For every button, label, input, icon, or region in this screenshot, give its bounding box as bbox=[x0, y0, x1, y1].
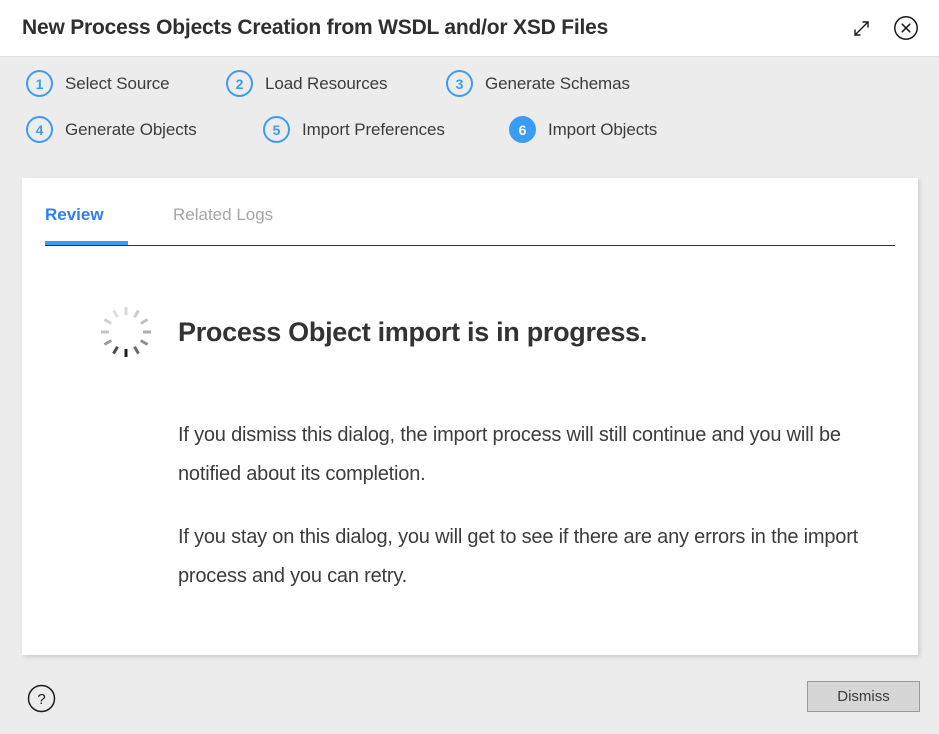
dismiss-button[interactable]: Dismiss bbox=[807, 681, 920, 712]
status-row: Process Object import is in progress. bbox=[100, 306, 647, 358]
wizard-step-load-resources[interactable]: 2 Load Resources bbox=[226, 70, 388, 97]
wizard-steps-row-2: 4 Generate Objects 5 Import Preferences … bbox=[0, 116, 939, 162]
wizard-step-generate-objects[interactable]: 4 Generate Objects bbox=[26, 116, 197, 143]
close-circle-icon bbox=[894, 16, 918, 40]
step-number-badge: 5 bbox=[263, 116, 290, 143]
step-number-badge: 6 bbox=[509, 116, 536, 143]
step-label: Load Resources bbox=[265, 73, 388, 93]
step-label: Generate Schemas bbox=[485, 73, 630, 93]
status-paragraph-stay: If you stay on this dialog, you will get… bbox=[178, 526, 859, 587]
step-label: Generate Objects bbox=[65, 119, 197, 139]
step-number-badge: 1 bbox=[26, 70, 53, 97]
wizard-step-select-source[interactable]: 1 Select Source bbox=[26, 70, 170, 97]
maximize-button[interactable] bbox=[847, 13, 877, 43]
loading-spinner-icon bbox=[100, 306, 152, 358]
step-label: Import Objects bbox=[548, 119, 658, 139]
titlebar-actions bbox=[847, 13, 921, 43]
svg-text:?: ? bbox=[37, 691, 45, 708]
step-number-badge: 4 bbox=[26, 116, 53, 143]
wizard-step-import-objects[interactable]: 6 Import Objects bbox=[509, 116, 657, 143]
status-paragraph-dismiss: If you dismiss this dialog, the import p… bbox=[178, 424, 841, 485]
tab-divider bbox=[45, 245, 895, 246]
status-description: If you dismiss this dialog, the import p… bbox=[178, 416, 858, 596]
tab-review[interactable]: Review bbox=[45, 205, 104, 225]
content-panel: Review Related Logs Process Object impor… bbox=[22, 178, 918, 655]
wizard-steps: 1 Select Source 2 Load Resources 3 Gener… bbox=[0, 70, 939, 162]
status-heading: Process Object import is in progress. bbox=[178, 316, 648, 347]
step-label: Import Preferences bbox=[302, 119, 445, 139]
step-number-badge: 3 bbox=[446, 70, 473, 97]
step-label: Select Source bbox=[65, 73, 170, 93]
dialog-titlebar: New Process Objects Creation from WSDL a… bbox=[0, 0, 939, 57]
expand-diagonal-icon bbox=[854, 21, 869, 36]
dialog-title: New Process Objects Creation from WSDL a… bbox=[22, 16, 609, 39]
help-button[interactable]: ? bbox=[27, 684, 56, 713]
wizard-step-import-preferences[interactable]: 5 Import Preferences bbox=[263, 116, 445, 143]
tab-related-logs[interactable]: Related Logs bbox=[173, 205, 273, 225]
close-button[interactable] bbox=[891, 13, 921, 43]
help-circle-icon: ? bbox=[27, 684, 56, 713]
step-number-badge: 2 bbox=[226, 70, 253, 97]
wizard-step-generate-schemas[interactable]: 3 Generate Schemas bbox=[446, 70, 630, 97]
wizard-steps-row-1: 1 Select Source 2 Load Resources 3 Gener… bbox=[0, 70, 939, 116]
dialog-window: New Process Objects Creation from WSDL a… bbox=[0, 0, 939, 734]
tab-active-indicator bbox=[45, 241, 128, 245]
